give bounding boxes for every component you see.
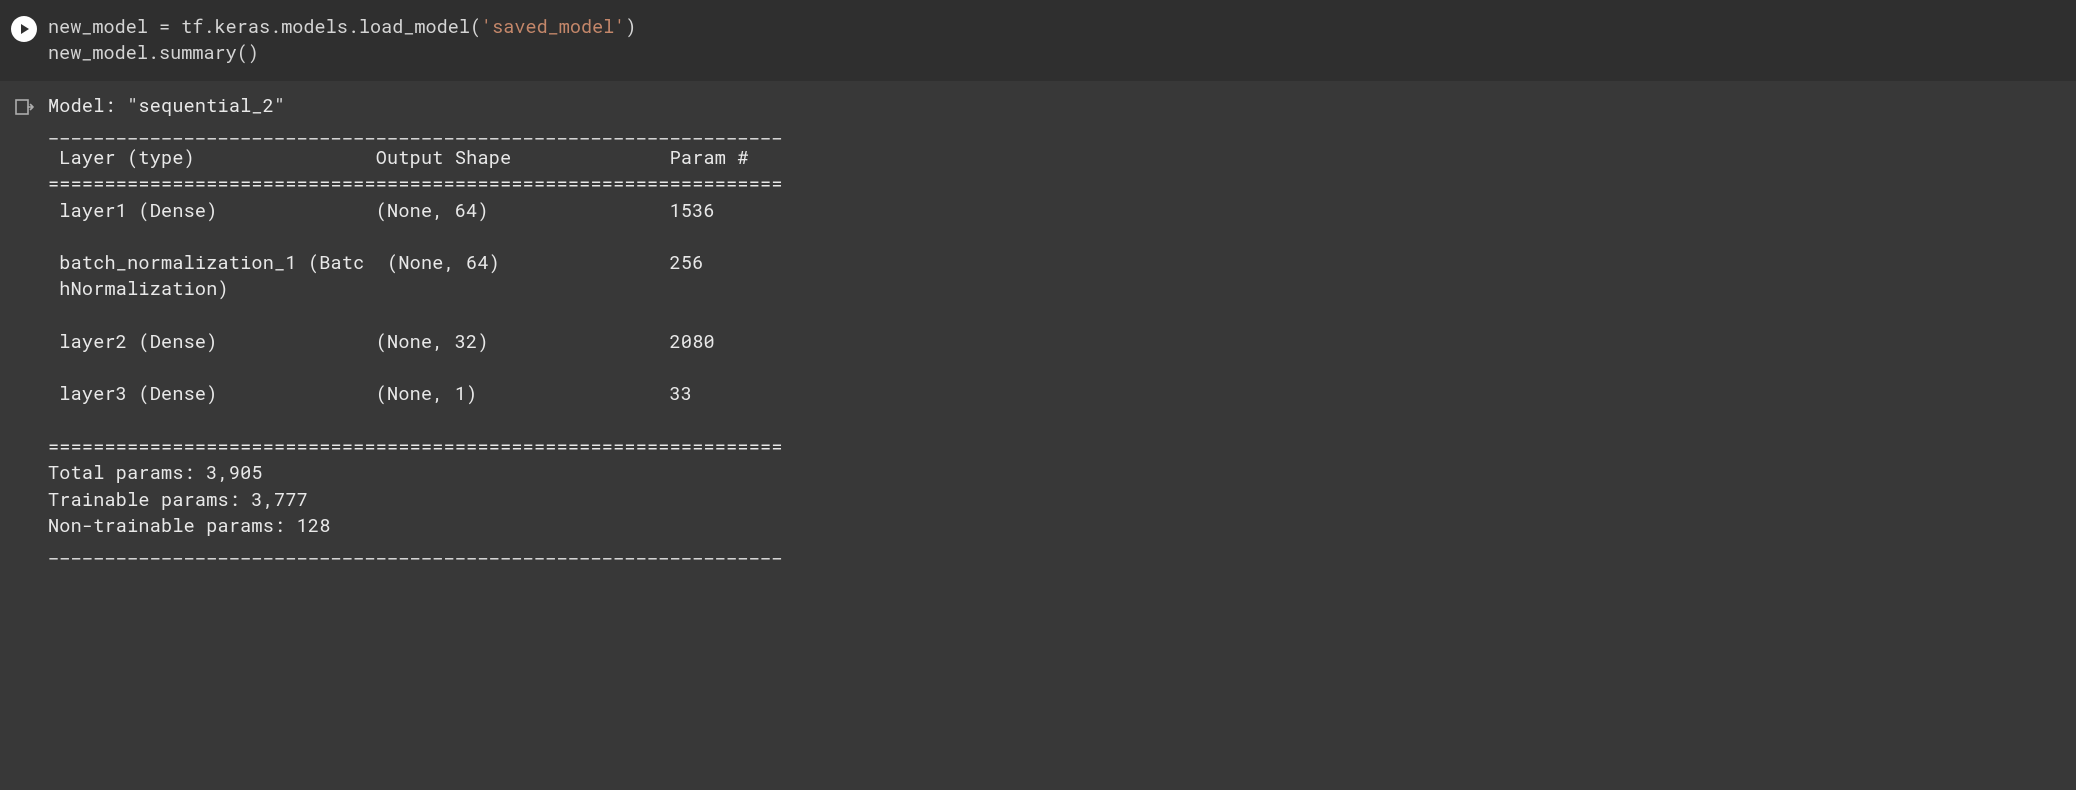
code-token: . [203, 15, 214, 39]
code-token: load_model [359, 15, 470, 39]
output-gutter [0, 93, 48, 117]
output-rule: ________________________________________… [48, 540, 783, 564]
output-layer-row: batch_normalization_1 (Batc (None, 64) 2… [48, 251, 783, 275]
code-token: tf [170, 15, 203, 39]
code-token: new_model [48, 41, 148, 65]
code-token: new_model [48, 15, 159, 39]
code-token: ) [625, 15, 636, 39]
code-cell-input: new_model = tf.keras.models.load_model('… [0, 0, 2076, 81]
code-token: . [148, 41, 159, 65]
output-trainable-params: Trainable params: 3,777 [48, 488, 308, 512]
cell-gutter [0, 14, 48, 42]
output-layer-row: layer3 (Dense) (None, 1) 33 [48, 382, 783, 406]
code-token: . [270, 15, 281, 39]
run-cell-button[interactable] [11, 16, 37, 42]
output-total-params: Total params: 3,905 [48, 461, 263, 485]
output-line: Model: "sequential_2" [48, 94, 285, 118]
code-token: ( [470, 15, 481, 39]
output-layer-row: hNormalization) [48, 277, 783, 301]
code-cell-output: Model: "sequential_2" __________________… [0, 81, 2076, 596]
output-layer-row: layer2 (Dense) (None, 32) 2080 [48, 330, 783, 354]
code-token: keras [215, 15, 271, 39]
output-rule: ========================================… [48, 172, 783, 196]
output-rule: ________________________________________… [48, 120, 783, 144]
output-rule: ========================================… [48, 435, 783, 459]
code-token: . [348, 15, 359, 39]
output-layer-row: layer1 (Dense) (None, 64) 1536 [48, 199, 783, 223]
play-icon [17, 22, 31, 36]
output-blank [48, 356, 783, 380]
output-blank [48, 409, 783, 433]
code-token: models [281, 15, 348, 39]
output-blank [48, 304, 783, 328]
output-text: Model: "sequential_2" __________________… [48, 93, 783, 566]
output-header-row: Layer (type) Output Shape Param # [48, 146, 783, 170]
code-token: = [159, 15, 170, 39]
code-token-string: 'saved_model' [481, 15, 625, 39]
code-editor[interactable]: new_model = tf.keras.models.load_model('… [48, 14, 637, 67]
output-blank [48, 225, 783, 249]
output-nontrainable-params: Non-trainable params: 128 [48, 514, 331, 538]
code-token: summary [159, 41, 237, 65]
output-collapse-icon[interactable] [14, 97, 34, 117]
code-token: () [237, 41, 259, 65]
